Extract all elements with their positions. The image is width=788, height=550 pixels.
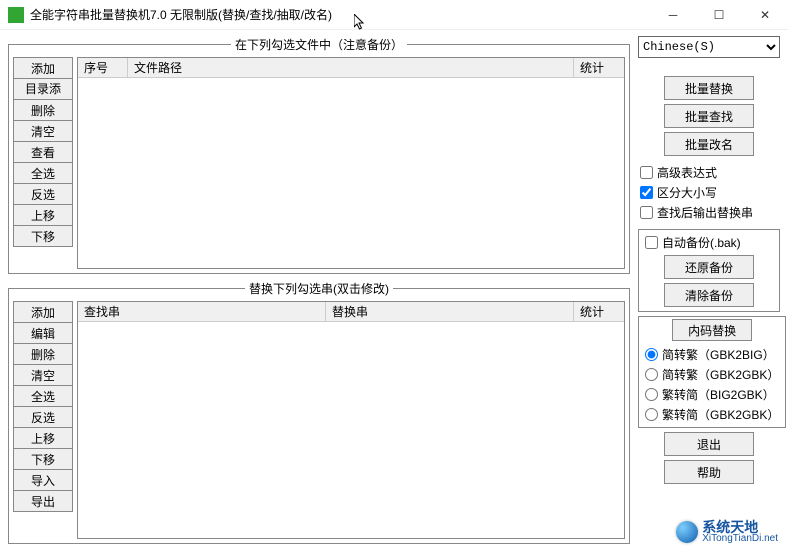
enc-t2s-gbk2gbk-label: 繁转简（GBK2GBK） bbox=[662, 406, 779, 423]
enc-s2t-gbk2big-input[interactable] bbox=[645, 348, 658, 361]
options-group: 高级表达式 区分大小写 查找后输出替换串 bbox=[638, 160, 780, 225]
encoding-replace-button[interactable]: 内码替换 bbox=[672, 319, 752, 341]
batch-find-button[interactable]: 批量查找 bbox=[664, 104, 754, 128]
files-view-button[interactable]: 查看 bbox=[13, 141, 73, 163]
help-button[interactable]: 帮助 bbox=[664, 460, 754, 484]
strings-button-list: 添加 编辑 删除 清空 全选 反选 上移 下移 导入 导出 bbox=[13, 301, 73, 539]
files-group: 在下列勾选文件中（注意备份） 添加 目录添加 删除 清空 查看 全选 反选 上移… bbox=[8, 36, 630, 274]
language-select[interactable]: Chinese(S) bbox=[638, 36, 780, 58]
maximize-button[interactable]: ☐ bbox=[696, 0, 742, 30]
strings-col-find[interactable]: 查找串 bbox=[78, 301, 326, 322]
encoding-group: 内码替换 简转繁（GBK2BIG） 简转繁（GBK2GBK） 繁转简（BIG2G… bbox=[638, 316, 786, 428]
enc-t2s-gbk2gbk-input[interactable] bbox=[645, 408, 658, 421]
files-add-button[interactable]: 添加 bbox=[13, 57, 73, 79]
enc-s2t-gbk2big-label: 简转繁（GBK2BIG） bbox=[662, 346, 775, 363]
files-delete-button[interactable]: 删除 bbox=[13, 99, 73, 121]
close-button[interactable]: ✕ bbox=[742, 0, 788, 30]
output-after-find-checkbox[interactable]: 查找后输出替换串 bbox=[640, 204, 778, 221]
clear-backup-button[interactable]: 清除备份 bbox=[664, 283, 754, 307]
files-invert-button[interactable]: 反选 bbox=[13, 183, 73, 205]
strings-select-all-button[interactable]: 全选 bbox=[13, 385, 73, 407]
enc-t2s-big2gbk-input[interactable] bbox=[645, 388, 658, 401]
window-controls: ─ ☐ ✕ bbox=[650, 0, 788, 30]
files-listview[interactable]: 序号 文件路径 统计 bbox=[77, 57, 625, 269]
strings-clear-button[interactable]: 清空 bbox=[13, 364, 73, 386]
strings-col-replace[interactable]: 替换串 bbox=[326, 301, 574, 322]
strings-legend: 替换下列勾选串(双击修改) bbox=[245, 280, 393, 297]
output-after-find-input[interactable] bbox=[640, 206, 653, 219]
enc-s2t-gbk2big-radio[interactable]: 简转繁（GBK2BIG） bbox=[645, 346, 779, 363]
files-add-folder-button[interactable]: 目录添加 bbox=[13, 78, 73, 100]
enc-t2s-big2gbk-radio[interactable]: 繁转简（BIG2GBK） bbox=[645, 386, 779, 403]
batch-replace-button[interactable]: 批量替换 bbox=[664, 76, 754, 100]
strings-export-button[interactable]: 导出 bbox=[13, 490, 73, 512]
strings-edit-button[interactable]: 编辑 bbox=[13, 322, 73, 344]
files-button-list: 添加 目录添加 删除 清空 查看 全选 反选 上移 下移 bbox=[13, 57, 73, 269]
batch-rename-button[interactable]: 批量改名 bbox=[664, 132, 754, 156]
strings-add-button[interactable]: 添加 bbox=[13, 301, 73, 323]
files-move-up-button[interactable]: 上移 bbox=[13, 204, 73, 226]
files-list-header: 序号 文件路径 统计 bbox=[78, 58, 624, 78]
case-sensitive-input[interactable] bbox=[640, 186, 653, 199]
auto-backup-checkbox[interactable]: 自动备份(.bak) bbox=[645, 234, 773, 251]
adv-expr-checkbox[interactable]: 高级表达式 bbox=[640, 164, 778, 181]
auto-backup-input[interactable] bbox=[645, 236, 658, 249]
strings-list-body[interactable] bbox=[78, 322, 624, 538]
enc-t2s-gbk2gbk-radio[interactable]: 繁转简（GBK2GBK） bbox=[645, 406, 779, 423]
files-legend: 在下列勾选文件中（注意备份） bbox=[231, 36, 407, 53]
files-col-seq[interactable]: 序号 bbox=[78, 57, 128, 78]
files-move-down-button[interactable]: 下移 bbox=[13, 225, 73, 247]
auto-backup-label: 自动备份(.bak) bbox=[662, 234, 741, 251]
files-col-stat[interactable]: 统计 bbox=[574, 57, 624, 78]
strings-import-button[interactable]: 导入 bbox=[13, 469, 73, 491]
minimize-button[interactable]: ─ bbox=[650, 0, 696, 30]
strings-move-up-button[interactable]: 上移 bbox=[13, 427, 73, 449]
window-titlebar: 全能字符串批量替换机7.0 无限制版(替换/查找/抽取/改名) ─ ☐ ✕ bbox=[0, 0, 788, 30]
enc-s2t-gbk2gbk-radio[interactable]: 简转繁（GBK2GBK） bbox=[645, 366, 779, 383]
files-col-path[interactable]: 文件路径 bbox=[128, 57, 574, 78]
adv-expr-input[interactable] bbox=[640, 166, 653, 179]
window-title: 全能字符串批量替换机7.0 无限制版(替换/查找/抽取/改名) bbox=[30, 6, 650, 23]
adv-expr-label: 高级表达式 bbox=[657, 164, 717, 181]
strings-group: 替换下列勾选串(双击修改) 添加 编辑 删除 清空 全选 反选 上移 下移 导入… bbox=[8, 280, 630, 544]
case-sensitive-checkbox[interactable]: 区分大小写 bbox=[640, 184, 778, 201]
enc-s2t-gbk2gbk-input[interactable] bbox=[645, 368, 658, 381]
restore-backup-button[interactable]: 还原备份 bbox=[664, 255, 754, 279]
strings-delete-button[interactable]: 删除 bbox=[13, 343, 73, 365]
app-icon bbox=[8, 7, 24, 23]
backup-group: 自动备份(.bak) 还原备份 清除备份 bbox=[638, 229, 780, 312]
case-sensitive-label: 区分大小写 bbox=[657, 184, 717, 201]
strings-col-stat[interactable]: 统计 bbox=[574, 301, 624, 322]
enc-s2t-gbk2gbk-label: 简转繁（GBK2GBK） bbox=[662, 366, 779, 383]
strings-move-down-button[interactable]: 下移 bbox=[13, 448, 73, 470]
strings-invert-button[interactable]: 反选 bbox=[13, 406, 73, 428]
files-select-all-button[interactable]: 全选 bbox=[13, 162, 73, 184]
strings-list-header: 查找串 替换串 统计 bbox=[78, 302, 624, 322]
enc-t2s-big2gbk-label: 繁转简（BIG2GBK） bbox=[662, 386, 775, 403]
files-clear-button[interactable]: 清空 bbox=[13, 120, 73, 142]
output-after-find-label: 查找后输出替换串 bbox=[657, 204, 753, 221]
exit-button[interactable]: 退出 bbox=[664, 432, 754, 456]
files-list-body[interactable] bbox=[78, 78, 624, 268]
strings-listview[interactable]: 查找串 替换串 统计 bbox=[77, 301, 625, 539]
